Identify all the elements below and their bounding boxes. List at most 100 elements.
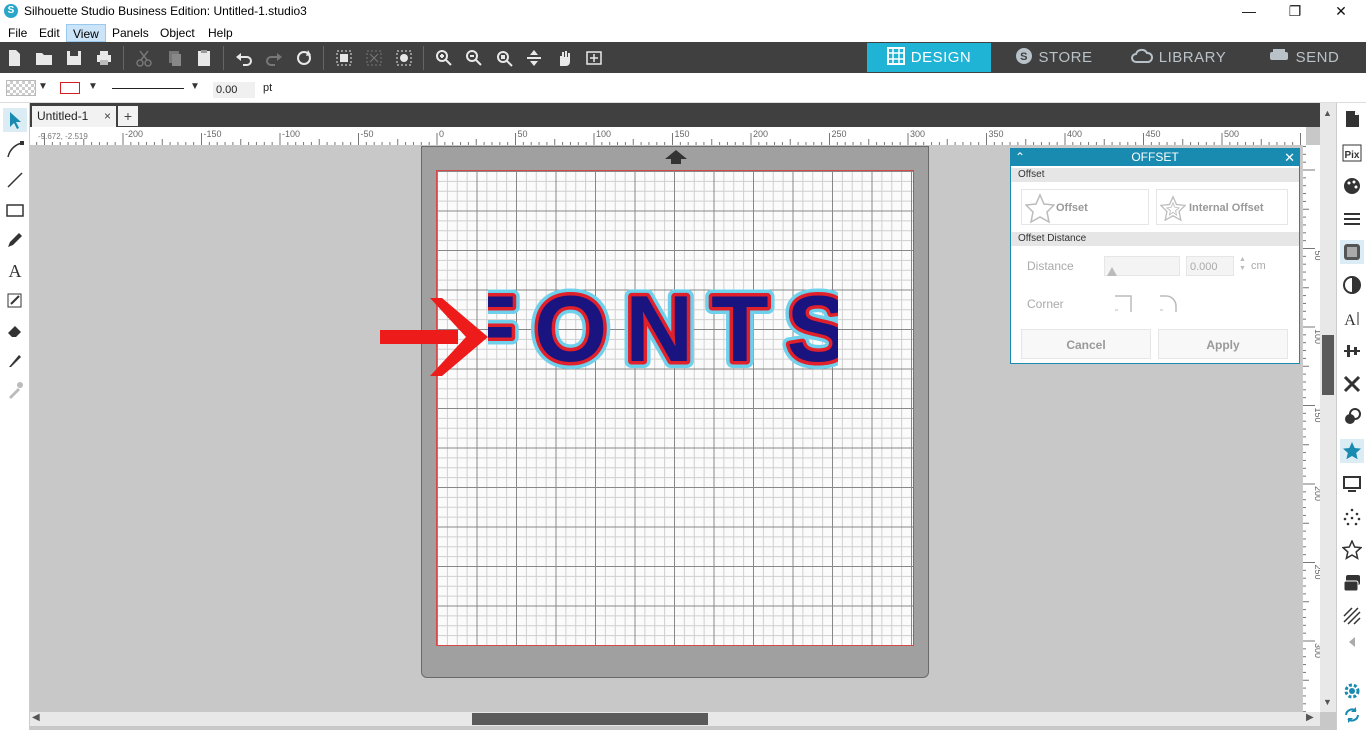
line-style-icon[interactable] (1340, 207, 1364, 231)
minimize-button[interactable]: — (1226, 0, 1272, 22)
trace-icon[interactable] (1340, 472, 1364, 496)
replicate-icon[interactable] (1340, 405, 1364, 429)
print-icon[interactable] (92, 46, 116, 70)
close-window-button[interactable]: ✕ (1318, 0, 1364, 22)
transform-icon[interactable] (1340, 372, 1364, 396)
pixscan-icon[interactable]: Pix (1340, 141, 1364, 165)
horizontal-scrollbar[interactable]: ◀ ▶ (30, 712, 1320, 726)
offset-button[interactable]: Offset (1021, 189, 1149, 225)
line-style-sample[interactable] (112, 88, 184, 89)
restore-button[interactable]: ❐ (1272, 0, 1318, 22)
close-panel-icon[interactable]: ✕ (1284, 149, 1295, 166)
distance-spinner-icon[interactable]: ▲ ▼ (1239, 255, 1246, 273)
horizontal-ruler-ticks: -200 -150 -100 -50 0 50 100 150 200 250 300 350 400 4… (36, 129, 1301, 145)
new-document-icon[interactable] (2, 46, 26, 70)
redraw-icon[interactable] (292, 46, 316, 70)
page-setup-icon[interactable] (1340, 107, 1364, 131)
pan-hand-icon[interactable] (552, 46, 576, 70)
undo-icon[interactable] (232, 46, 256, 70)
distance-label: Distance (1027, 259, 1074, 273)
star-shape-icon[interactable] (1340, 538, 1364, 562)
menu-file[interactable]: File (2, 24, 33, 42)
scroll-right-arrow[interactable]: ▶ (1306, 712, 1314, 723)
menu-object[interactable]: Object (154, 24, 201, 42)
add-tab-button[interactable]: + (118, 106, 138, 126)
fill-palette-icon[interactable] (1340, 174, 1364, 198)
menu-view[interactable]: View (66, 24, 106, 42)
pencil-draw-icon[interactable] (3, 228, 27, 252)
ruler-label: 200 (753, 129, 768, 139)
menu-panels[interactable]: Panels (106, 24, 155, 42)
horizontal-scroll-thumb[interactable] (472, 713, 708, 725)
distance-value-input[interactable]: 0.000 (1186, 256, 1234, 276)
save-icon[interactable] (62, 46, 86, 70)
move-drag-icon[interactable] (522, 46, 546, 70)
menu-help[interactable]: Help (202, 24, 239, 42)
eraser-icon[interactable] (3, 318, 27, 342)
align-icon[interactable] (1340, 339, 1364, 363)
svg-text:A: A (9, 261, 22, 280)
corner-sharp-icon[interactable] (1111, 292, 1135, 314)
fit-page-icon[interactable] (582, 46, 606, 70)
vertical-scroll-thumb[interactable] (1322, 335, 1334, 395)
settings-cog-icon[interactable] (392, 46, 416, 70)
open-folder-icon[interactable] (32, 46, 56, 70)
zoom-in-icon[interactable] (432, 46, 456, 70)
zoom-fit-icon[interactable] (492, 46, 516, 70)
cut-icon[interactable] (132, 46, 156, 70)
redo-icon[interactable] (262, 46, 286, 70)
ungroup-icon[interactable] (362, 46, 386, 70)
preferences-gear-icon[interactable] (1340, 679, 1364, 703)
collapse-panel-icon[interactable]: ⌃ (1015, 149, 1025, 166)
transparency-icon[interactable] (1340, 273, 1364, 297)
tab-library[interactable]: LIBRARY (1116, 43, 1241, 72)
text-tool-icon[interactable]: A (3, 258, 27, 282)
scroll-down-arrow[interactable]: ▼ (1323, 697, 1332, 707)
sketch-dots-icon[interactable] (1340, 505, 1364, 529)
fill-pattern-icon[interactable] (1340, 240, 1364, 264)
zoom-out-icon[interactable] (462, 46, 486, 70)
menu-edit[interactable]: Edit (33, 24, 66, 42)
fill-dropdown-arrow[interactable]: ▼ (38, 81, 48, 92)
collapse-arrow-icon[interactable] (1340, 630, 1364, 654)
line-color-swatch[interactable] (60, 82, 80, 94)
distance-slider[interactable] (1104, 256, 1180, 276)
corner-round-icon[interactable] (1156, 292, 1180, 314)
edit-points-icon[interactable] (3, 138, 27, 162)
rectangle-tool-icon[interactable] (3, 198, 27, 222)
apply-button[interactable]: Apply (1158, 329, 1288, 359)
hatch-pattern-icon[interactable] (1340, 604, 1364, 628)
cutter-icon (1268, 47, 1290, 69)
vertical-ruler: 50 100 150 200 250 300 (1302, 145, 1323, 713)
scroll-left-arrow[interactable]: ◀ (32, 712, 40, 723)
group-icon[interactable] (332, 46, 356, 70)
knife-icon[interactable] (3, 348, 27, 372)
cancel-button[interactable]: Cancel (1021, 329, 1151, 359)
line-width-input[interactable]: 0.00 (213, 82, 255, 98)
vertical-scrollbar[interactable]: ▲ ▼ (1320, 103, 1336, 712)
document-tab[interactable]: Untitled-1 × (32, 106, 116, 127)
tab-store[interactable]: S STORE (991, 43, 1116, 72)
copy-icon[interactable] (162, 46, 186, 70)
fill-pattern-swatch[interactable] (6, 80, 36, 96)
text-style-icon[interactable]: A (1340, 306, 1364, 330)
cursor-coordinates: -9.672, -2.519 (38, 132, 88, 141)
select-pointer-icon[interactable] (3, 108, 27, 132)
line-color-dropdown-arrow[interactable]: ▼ (88, 81, 98, 92)
distance-unit: cm (1251, 260, 1266, 272)
fonts-text-design[interactable]: FONTS FONTS FONTS (488, 276, 838, 376)
sync-icon[interactable] (1340, 703, 1364, 727)
layers-icon[interactable] (1340, 571, 1364, 595)
eyedropper-icon[interactable] (3, 378, 27, 402)
scroll-up-arrow[interactable]: ▲ (1323, 108, 1332, 118)
internal-offset-button[interactable]: Internal Offset (1156, 189, 1288, 225)
paste-icon[interactable] (192, 46, 216, 70)
offset-star-icon[interactable] (1340, 439, 1364, 463)
close-tab-icon[interactable]: × (104, 109, 111, 123)
tab-send[interactable]: SEND (1241, 43, 1366, 72)
tab-design[interactable]: DESIGN (867, 43, 991, 72)
line-style-dropdown-arrow[interactable]: ▼ (190, 81, 200, 92)
line-tool-icon[interactable] (3, 168, 27, 192)
ruler-label: -150 (204, 129, 222, 139)
draw-tool-icon[interactable] (3, 288, 27, 312)
